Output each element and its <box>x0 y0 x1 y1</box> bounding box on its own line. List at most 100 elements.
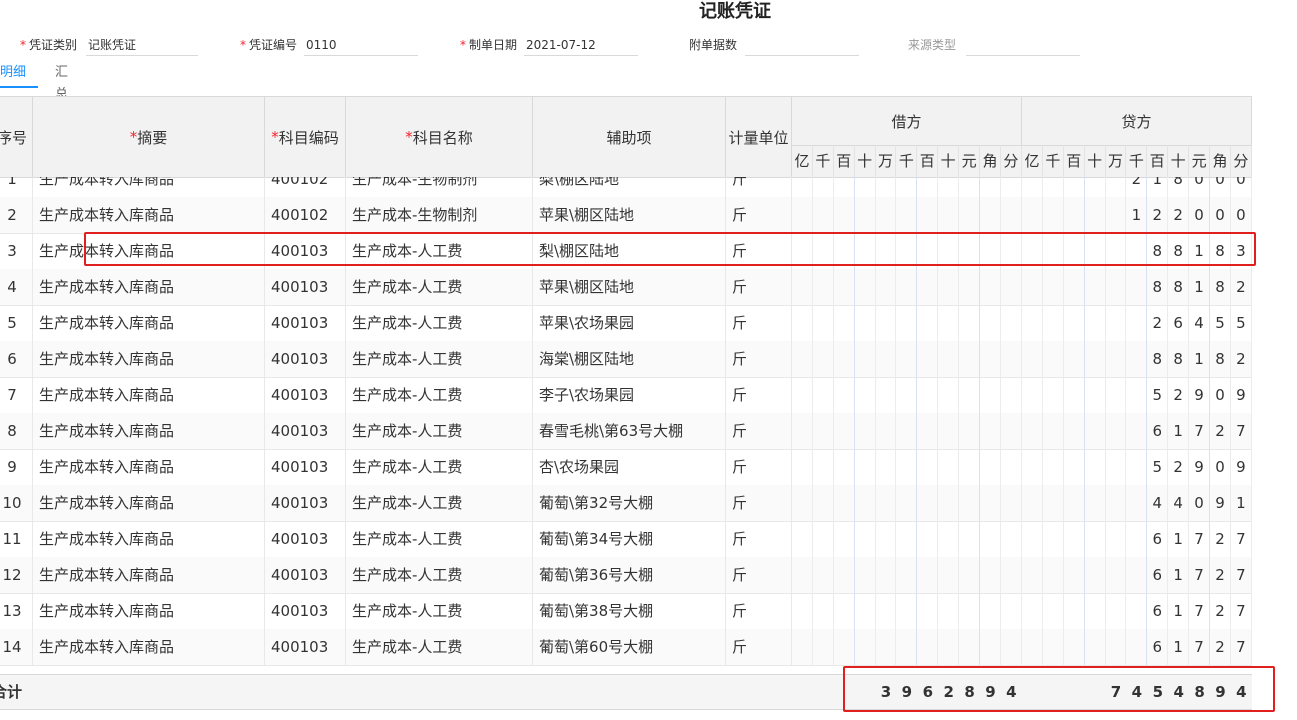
tab-summary[interactable]: 汇总 <box>55 62 68 102</box>
cell-account-name[interactable]: 生产成本-人工费 <box>346 233 533 269</box>
table-row[interactable]: 6 生产成本转入库商品 400103 生产成本-人工费 海棠\棚区陆地斤 8 8 1 8 2 <box>0 341 1252 378</box>
cell-summary[interactable]: 生产成本转入库商品 <box>33 269 265 305</box>
cell-account-code[interactable]: 400103 <box>265 485 346 521</box>
cell-credit[interactable]: 61727 <box>1022 593 1252 629</box>
cell-summary[interactable]: 生产成本转入库商品 <box>33 593 265 629</box>
cell-unit[interactable]: 斤 <box>726 269 792 305</box>
cell-seq[interactable]: 12 <box>0 557 33 593</box>
cell-unit[interactable]: 斤 <box>726 413 792 449</box>
cell-auxiliary[interactable]: 杏\农场果园 <box>533 449 726 485</box>
cell-unit[interactable]: 斤 <box>726 593 792 629</box>
cell-unit[interactable]: 斤 <box>726 233 792 269</box>
voucher-number-input[interactable]: 0110 <box>304 35 418 56</box>
table-row[interactable]: 5 生产成本转入库商品 400103 生产成本-人工费 苹果\农场果园斤 2 6 4 5 5 <box>0 305 1252 342</box>
cell-debit[interactable] <box>792 233 1022 269</box>
cell-credit[interactable]: 88182 <box>1022 269 1252 305</box>
table-row[interactable]: 1 生产成本转入库商品 400102 生产成本-生物制剂 梨\棚区陆地斤 2 1 8 0 0 0 <box>0 177 1252 198</box>
cell-debit[interactable] <box>792 377 1022 413</box>
cell-account-name[interactable]: 生产成本-生物制剂 <box>346 177 533 197</box>
cell-credit[interactable]: 88183 <box>1022 233 1252 269</box>
cell-account-code[interactable]: 400103 <box>265 557 346 593</box>
cell-seq[interactable]: 13 <box>0 593 33 629</box>
cell-summary[interactable]: 生产成本转入库商品 <box>33 557 265 593</box>
cell-unit[interactable]: 斤 <box>726 341 792 377</box>
cell-account-name[interactable]: 生产成本-人工费 <box>346 593 533 629</box>
table-row[interactable]: 14 生产成本转入库商品 400103 生产成本-人工费 葡萄\第60号大棚斤 6 1 7 2 7 <box>0 629 1252 666</box>
cell-auxiliary[interactable]: 葡萄\第32号大棚 <box>533 485 726 521</box>
cell-account-code[interactable]: 400103 <box>265 269 346 305</box>
cell-credit[interactable]: 122000 <box>1022 197 1252 233</box>
cell-account-code[interactable]: 400103 <box>265 413 346 449</box>
cell-debit[interactable] <box>792 341 1022 377</box>
cell-credit[interactable]: 26455 <box>1022 305 1252 341</box>
voucher-type-select[interactable]: 记账凭证 <box>86 35 198 56</box>
table-row[interactable]: 7 生产成本转入库商品 400103 生产成本-人工费 李子\农场果园斤 5 2 9 0 9 <box>0 377 1252 414</box>
cell-unit[interactable]: 斤 <box>726 521 792 557</box>
source-type-input[interactable] <box>966 35 1080 56</box>
cell-account-code[interactable]: 400102 <box>265 177 346 197</box>
cell-seq[interactable]: 10 <box>0 485 33 521</box>
cell-account-name[interactable]: 生产成本-人工费 <box>346 305 533 341</box>
cell-account-name[interactable]: 生产成本-人工费 <box>346 449 533 485</box>
cell-debit[interactable] <box>792 269 1022 305</box>
cell-account-code[interactable]: 400103 <box>265 449 346 485</box>
cell-debit[interactable] <box>792 197 1022 233</box>
table-row[interactable]: 9 生产成本转入库商品 400103 生产成本-人工费 杏\农场果园斤 5 2 9 0 9 <box>0 449 1252 486</box>
cell-account-code[interactable]: 400103 <box>265 377 346 413</box>
cell-debit[interactable] <box>792 521 1022 557</box>
cell-seq[interactable]: 7 <box>0 377 33 413</box>
table-row[interactable]: 3 生产成本转入库商品 400103 生产成本-人工费 梨\棚区陆地斤 8 8 1 8 3 <box>0 233 1252 270</box>
cell-account-name[interactable]: 生产成本-人工费 <box>346 413 533 449</box>
cell-summary[interactable]: 生产成本转入库商品 <box>33 485 265 521</box>
cell-summary[interactable]: 生产成本转入库商品 <box>33 413 265 449</box>
cell-debit[interactable] <box>792 413 1022 449</box>
cell-summary[interactable]: 生产成本转入库商品 <box>33 377 265 413</box>
cell-summary[interactable]: 生产成本转入库商品 <box>33 449 265 485</box>
cell-account-name[interactable]: 生产成本-生物制剂 <box>346 197 533 233</box>
cell-credit[interactable]: 52909 <box>1022 377 1252 413</box>
cell-account-code[interactable]: 400103 <box>265 593 346 629</box>
cell-debit[interactable] <box>792 449 1022 485</box>
cell-debit[interactable] <box>792 593 1022 629</box>
cell-debit[interactable] <box>792 305 1022 341</box>
cell-unit[interactable]: 斤 <box>726 629 792 665</box>
table-row[interactable]: 8 生产成本转入库商品 400103 生产成本-人工费 春雪毛桃\第63号大棚斤 6 1 7 2… <box>0 413 1252 450</box>
cell-auxiliary[interactable]: 葡萄\第60号大棚 <box>533 629 726 665</box>
cell-summary[interactable]: 生产成本转入库商品 <box>33 341 265 377</box>
cell-seq[interactable]: 9 <box>0 449 33 485</box>
cell-credit[interactable]: 61727 <box>1022 629 1252 665</box>
cell-account-code[interactable]: 400103 <box>265 305 346 341</box>
cell-auxiliary[interactable]: 海棠\棚区陆地 <box>533 341 726 377</box>
cell-account-name[interactable]: 生产成本-人工费 <box>346 629 533 665</box>
cell-account-code[interactable]: 400103 <box>265 521 346 557</box>
cell-unit[interactable]: 斤 <box>726 197 792 233</box>
cell-seq[interactable]: 5 <box>0 305 33 341</box>
cell-auxiliary[interactable]: 梨\棚区陆地 <box>533 177 726 197</box>
cell-credit[interactable]: 61727 <box>1022 557 1252 593</box>
cell-summary[interactable]: 生产成本转入库商品 <box>33 233 265 269</box>
cell-seq[interactable]: 1 <box>0 177 33 197</box>
cell-auxiliary[interactable]: 苹果\农场果园 <box>533 305 726 341</box>
cell-seq[interactable]: 11 <box>0 521 33 557</box>
cell-account-name[interactable]: 生产成本-人工费 <box>346 341 533 377</box>
cell-seq[interactable]: 2 <box>0 197 33 233</box>
cell-unit[interactable]: 斤 <box>726 177 792 197</box>
voucher-date-input[interactable]: 2021-07-12 <box>524 35 638 56</box>
cell-account-code[interactable]: 400103 <box>265 629 346 665</box>
cell-credit[interactable]: 44091 <box>1022 485 1252 521</box>
cell-seq[interactable]: 8 <box>0 413 33 449</box>
cell-unit[interactable]: 斤 <box>726 377 792 413</box>
cell-unit[interactable]: 斤 <box>726 485 792 521</box>
cell-unit[interactable]: 斤 <box>726 449 792 485</box>
cell-auxiliary[interactable]: 葡萄\第36号大棚 <box>533 557 726 593</box>
cell-auxiliary[interactable]: 葡萄\第38号大棚 <box>533 593 726 629</box>
table-row[interactable]: 10 生产成本转入库商品 400103 生产成本-人工费 葡萄\第32号大棚斤 4 4 0 9 1 <box>0 485 1252 522</box>
cell-account-name[interactable]: 生产成本-人工费 <box>346 377 533 413</box>
cell-account-code[interactable]: 400103 <box>265 341 346 377</box>
tab-detail[interactable]: 明细 <box>0 62 38 88</box>
cell-account-code[interactable]: 400103 <box>265 233 346 269</box>
table-row[interactable]: 2 生产成本转入库商品 400102 生产成本-生物制剂 苹果\棚区陆地斤 1 2 2 0 0 0 <box>0 197 1252 234</box>
cell-summary[interactable]: 生产成本转入库商品 <box>33 177 265 197</box>
attachments-input[interactable] <box>745 35 859 56</box>
cell-auxiliary[interactable]: 葡萄\第34号大棚 <box>533 521 726 557</box>
